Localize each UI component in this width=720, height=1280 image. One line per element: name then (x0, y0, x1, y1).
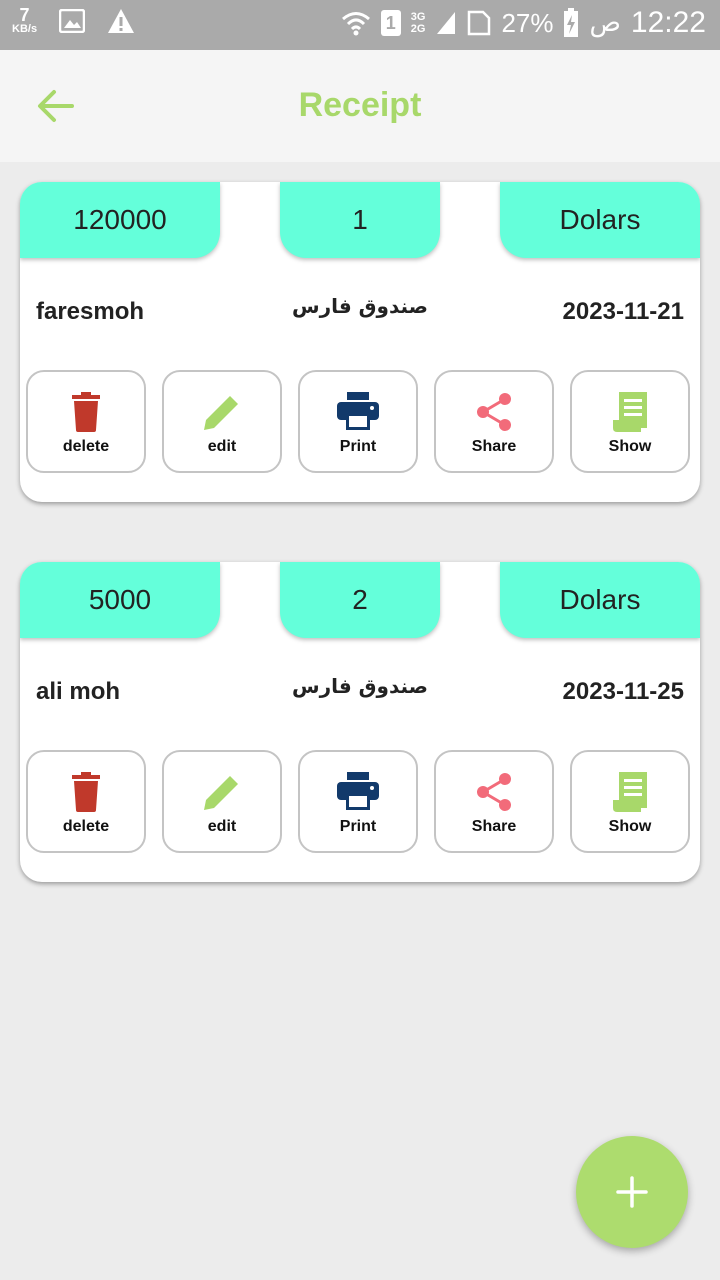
receipt-icon (613, 772, 647, 812)
delete-button[interactable]: delete (26, 750, 146, 853)
print-label: Print (339, 818, 377, 835)
sim-card-icon (468, 10, 491, 36)
wifi-icon (341, 12, 370, 36)
image-icon (59, 8, 86, 33)
show-button[interactable]: Show (570, 750, 690, 853)
receipt-number: 1 (280, 182, 440, 258)
delete-button[interactable]: delete (26, 370, 146, 473)
signal-icon (437, 12, 456, 34)
printer-icon (337, 392, 379, 430)
receipt-icon (613, 392, 647, 432)
page-title: Receipt (298, 86, 422, 124)
plus-icon (616, 1176, 648, 1208)
share-label: Share (471, 818, 517, 835)
show-button[interactable]: Show (570, 370, 690, 473)
status-bar: 7 KB/s 1 3G 2G 27% ص 12:22 (0, 0, 720, 50)
battery-percent: 27% (501, 7, 554, 38)
trash-icon (72, 392, 100, 432)
share-icon (477, 773, 511, 811)
sim-slot-badge: 1 (380, 10, 401, 36)
delete-label: delete (62, 438, 110, 455)
pencil-icon (204, 776, 238, 810)
receipt-date: 2023-11-25 (562, 678, 684, 705)
receipt-currency: Dolars (500, 182, 700, 258)
share-button[interactable]: Share (434, 750, 554, 853)
print-button[interactable]: Print (298, 750, 418, 853)
receipt-currency: Dolars (500, 562, 700, 638)
edit-button[interactable]: edit (162, 750, 282, 853)
delete-label: delete (62, 818, 110, 835)
show-label: Show (608, 818, 652, 835)
edit-button[interactable]: edit (162, 370, 282, 473)
receipt-amount: 120000 (20, 182, 220, 258)
receipt-date: 2023-11-21 (562, 298, 684, 325)
share-icon (477, 393, 511, 431)
receipt-card: 120000 1 Dolars faresmoh صندوق فارس 2023… (20, 182, 700, 502)
share-label: Share (471, 438, 517, 455)
share-button[interactable]: Share (434, 370, 554, 473)
battery-charging-icon (564, 8, 579, 37)
clock: 12:22 (630, 6, 706, 39)
am-pm-indicator: ص (589, 8, 621, 38)
receipt-card: 5000 2 Dolars ali moh صندوق فارس 2023-11… (20, 562, 700, 882)
edit-label: edit (207, 438, 237, 455)
network-speed: 7 KB/s (12, 5, 38, 35)
pencil-icon (204, 396, 238, 430)
receipt-amount: 5000 (20, 562, 220, 638)
network-type: 3G 2G (410, 11, 426, 35)
trash-icon (72, 772, 100, 812)
add-receipt-button[interactable] (576, 1136, 688, 1248)
print-button[interactable]: Print (298, 370, 418, 473)
edit-label: edit (207, 818, 237, 835)
warning-icon (108, 8, 135, 33)
print-label: Print (339, 438, 377, 455)
show-label: Show (608, 438, 652, 455)
receipt-number: 2 (280, 562, 440, 638)
app-bar: Receipt (0, 50, 720, 162)
printer-icon (337, 772, 379, 810)
